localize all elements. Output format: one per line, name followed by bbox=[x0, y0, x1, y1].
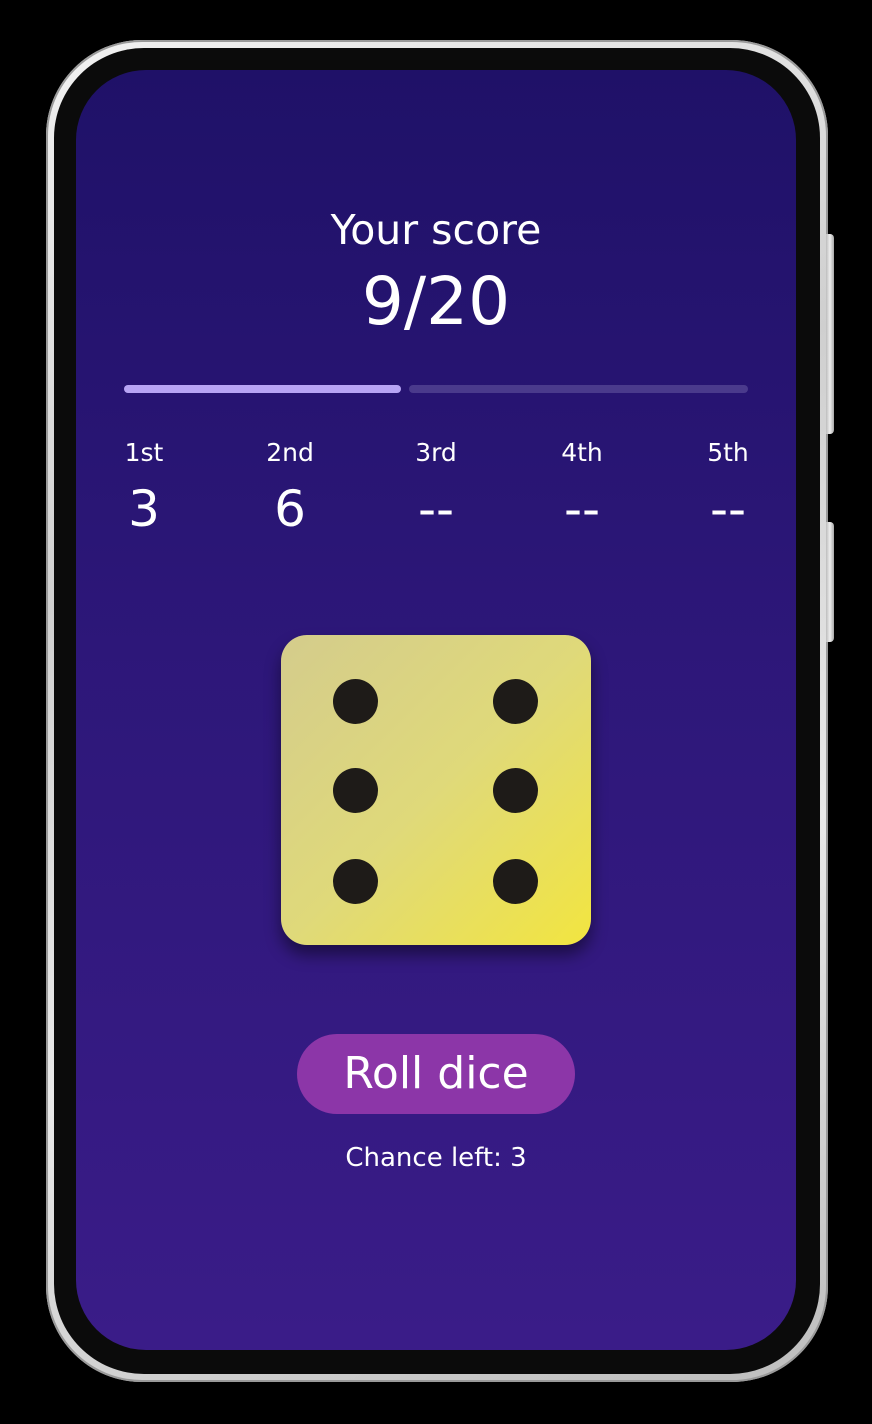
round-label: 5th bbox=[707, 438, 749, 467]
score-progress-bar bbox=[124, 385, 748, 393]
round-4: 4th -- bbox=[532, 435, 632, 545]
round-value: 3 bbox=[128, 480, 160, 538]
round-scores: 1st 3 2nd 6 3rd -- 4th -- 5th -- bbox=[94, 435, 778, 545]
round-value: -- bbox=[563, 480, 601, 538]
die-pip bbox=[333, 768, 378, 813]
progress-track bbox=[409, 385, 748, 393]
die-pip bbox=[493, 768, 538, 813]
die-pip bbox=[493, 859, 538, 904]
round-label: 1st bbox=[124, 438, 164, 467]
round-value: -- bbox=[709, 480, 747, 538]
round-label: 2nd bbox=[266, 438, 314, 467]
round-value: -- bbox=[417, 480, 455, 538]
die-pip bbox=[333, 679, 378, 724]
round-label: 4th bbox=[561, 438, 603, 467]
chance-left-text: Chance left: 3 bbox=[345, 1143, 527, 1173]
round-2: 2nd 6 bbox=[240, 435, 340, 545]
round-1: 1st 3 bbox=[94, 435, 194, 545]
round-5: 5th -- bbox=[678, 435, 778, 545]
round-label: 3rd bbox=[415, 438, 457, 467]
score-value: 9/20 bbox=[361, 263, 511, 340]
volume-button bbox=[826, 234, 834, 434]
score-label: Your score bbox=[330, 206, 542, 254]
power-button bbox=[826, 522, 834, 642]
dice-six-icon bbox=[281, 635, 591, 945]
round-3: 3rd -- bbox=[386, 435, 486, 545]
progress-fill bbox=[124, 385, 401, 393]
roll-dice-button[interactable]: Roll dice bbox=[297, 1034, 575, 1114]
app-screen: Your score 9/20 1st 3 2nd 6 3rd -- 4th -… bbox=[76, 70, 796, 1350]
die-pip bbox=[333, 859, 378, 904]
die-pip bbox=[493, 679, 538, 724]
round-value: 6 bbox=[274, 480, 306, 538]
